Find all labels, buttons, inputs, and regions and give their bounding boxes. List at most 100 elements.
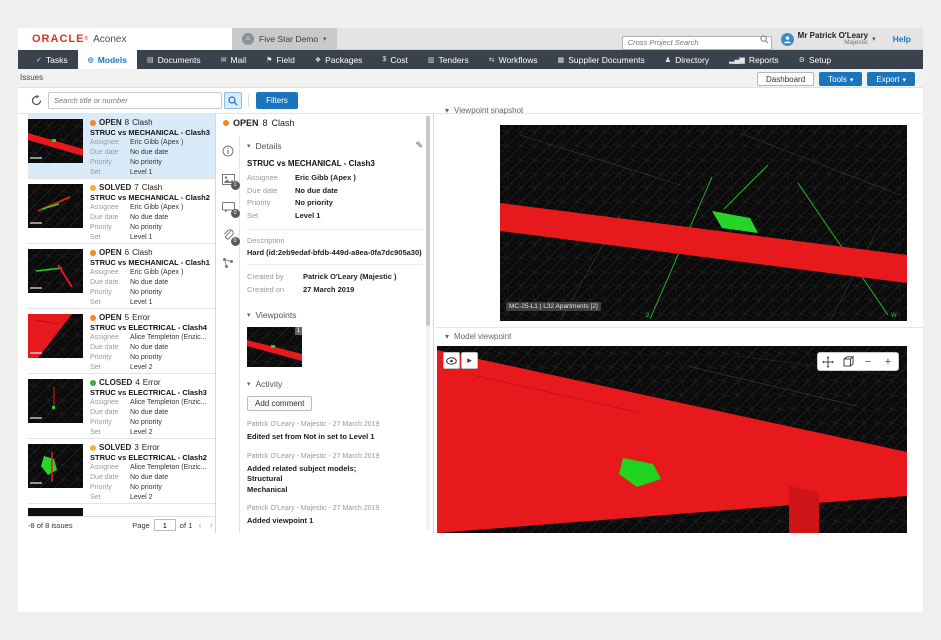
add-comment-button[interactable]: Add comment — [247, 396, 312, 411]
issue-thumbnail — [28, 314, 83, 358]
page-of-label: of 1 — [180, 521, 193, 530]
tab-supplier-documents[interactable]: ▦Supplier Documents — [548, 50, 655, 69]
tab-reports[interactable]: ▂▄▆Reports — [719, 50, 789, 69]
issue-detail-title: STRUC vs MECHANICAL - Clash3 — [247, 159, 423, 168]
expand-tools-button[interactable]: ▸ — [461, 352, 478, 369]
tab-models[interactable]: ◎Models — [78, 50, 137, 69]
tab-tenders[interactable]: ▥Tenders — [418, 50, 479, 69]
tab-directory[interactable]: ♟Directory — [655, 50, 719, 69]
user-menu[interactable]: Mr Patrick O'Leary Majestic ▾ — [781, 32, 876, 47]
viewpoints-icon[interactable]: 1 — [222, 172, 235, 185]
tab-tasks[interactable]: ✓Tasks — [26, 50, 78, 69]
field-icon: ⚑ — [266, 56, 272, 64]
viewpoint-thumbnail[interactable]: 1 — [247, 327, 302, 367]
tab-documents[interactable]: ▤Documents — [137, 50, 211, 69]
viewpoint-snapshot-image[interactable]: 2 W MC-25-L1 | L32 Apartments [2] — [500, 125, 907, 321]
page-label: Page — [132, 521, 150, 530]
visibility-button[interactable] — [443, 352, 460, 369]
packages-icon: ❖ — [315, 56, 321, 64]
issue-thumbnail — [28, 379, 83, 423]
directory-icon: ♟ — [665, 56, 671, 64]
tenders-icon: ▥ — [428, 56, 435, 64]
zoom-out-icon[interactable]: − — [860, 354, 876, 370]
zoom-in-icon[interactable]: + — [880, 354, 896, 370]
issue-list-item[interactable]: OPEN6Clash STRUC vs MECHANICAL - Clash1 … — [28, 244, 215, 309]
model-viewpoint-viewer[interactable]: ▸ − + — [437, 346, 907, 533]
issue-title: STRUC vs ELECTRICAL - Clash3 — [90, 388, 214, 398]
pagination-bar: -8 of 8 issues Page of 1 ‹ › — [28, 516, 215, 533]
activity-text: Added related subject models; — [247, 464, 423, 475]
search-icon[interactable] — [760, 35, 769, 44]
share-icon[interactable] — [222, 256, 235, 269]
filters-button[interactable]: Filters — [256, 92, 298, 109]
activity-text: Added viewpoint 1 — [247, 516, 423, 527]
info-icon[interactable] — [222, 144, 235, 157]
project-selector[interactable]: ⌂ Five Star Demo ▾ — [232, 28, 337, 50]
chevron-down-icon: ▾ — [323, 35, 327, 43]
tab-cost[interactable]: $Cost — [372, 50, 417, 69]
sub-toolbar: Issues Dashboard Tools▾ Export▾ — [18, 69, 923, 88]
previous-page-button[interactable]: ‹ — [196, 520, 203, 531]
cross-project-search — [622, 32, 772, 46]
app-window: ORACLE® Aconex ⌂ Five Star Demo ▾ Mr Pat… — [18, 28, 923, 612]
page-number-input[interactable] — [154, 519, 176, 531]
cross-project-search-input[interactable] — [622, 36, 772, 50]
section-divider — [435, 327, 923, 328]
cube-view-icon[interactable] — [840, 354, 856, 370]
search-button[interactable] — [224, 92, 242, 109]
tab-field[interactable]: ⚑Field — [256, 50, 305, 69]
activity-section-header[interactable]: ▾ Activity — [247, 379, 423, 389]
activity-meta: Patrick O'Leary - Majestic - 27 March 20… — [247, 452, 423, 462]
pan-icon[interactable] — [820, 354, 836, 370]
edit-icon[interactable]: ✎ — [415, 140, 423, 151]
scrollbar-thumb[interactable] — [426, 116, 430, 326]
status-dot — [90, 380, 96, 386]
issue-list-item[interactable]: SOLVED7Clash STRUC vs MECHANICAL - Clash… — [28, 179, 215, 244]
viewpoint-snapshot-header[interactable]: ▾ Viewpoint snapshot — [445, 106, 523, 115]
export-button[interactable]: Export▾ — [867, 72, 915, 86]
tab-mail[interactable]: ✉Mail — [211, 50, 256, 69]
chevron-down-icon: ▾ — [902, 77, 906, 84]
tools-button[interactable]: Tools▾ — [819, 72, 862, 86]
workflows-icon: ⇆ — [489, 56, 495, 64]
aconex-logo-text: Aconex — [93, 34, 126, 45]
chevron-down-icon: ▾ — [247, 311, 251, 319]
project-icon: ⌂ — [242, 33, 254, 45]
issue-thumbnail — [28, 249, 83, 293]
document-icon: ▤ — [147, 56, 154, 64]
attachment-icon[interactable]: 0 — [222, 228, 235, 241]
issue-list-item[interactable]: CLOSED4Error STRUC vs ELECTRICAL - Clash… — [28, 374, 215, 439]
description-label: Description — [247, 236, 423, 245]
chevron-down-icon: ▾ — [850, 77, 854, 84]
comments-icon[interactable]: 0 — [222, 200, 235, 213]
refresh-icon[interactable] — [30, 94, 43, 107]
issue-thumbnail-partial — [28, 508, 83, 516]
activity-text: Mechanical — [247, 485, 423, 496]
issue-list-item[interactable]: OPEN5Error STRUC vs ELECTRICAL - Clash4 … — [28, 309, 215, 374]
help-link[interactable]: Help — [893, 34, 911, 44]
reports-icon: ▂▄▆ — [729, 56, 745, 64]
issue-detail-panel: OPEN 8 Clash 1 0 0 — [217, 114, 431, 533]
attachments-count-badge: 0 — [231, 237, 240, 246]
panel-divider — [433, 114, 434, 533]
issue-list-item[interactable]: SOLVED3Error STRUC vs ELECTRICAL - Clash… — [28, 439, 215, 504]
user-avatar-icon — [781, 33, 794, 46]
tab-workflows[interactable]: ⇆Workflows — [479, 50, 548, 69]
page-title: Issues — [20, 73, 43, 82]
details-section-header[interactable]: ▾ Details ✎ — [247, 140, 423, 151]
issue-list: OPEN8Clash STRUC vs MECHANICAL - Clash3 … — [28, 114, 215, 533]
model-viewpoint-header[interactable]: ▾ Model viewpoint — [445, 332, 511, 341]
issue-list-item[interactable]: OPEN8Clash STRUC vs MECHANICAL - Clash3 … — [28, 114, 215, 179]
next-page-button[interactable]: › — [208, 520, 215, 531]
issue-search-input[interactable] — [48, 92, 222, 109]
viewpoints-section-header[interactable]: ▾ Viewpoints — [247, 310, 423, 320]
status-dot — [90, 250, 96, 256]
issue-title: STRUC vs ELECTRICAL - Clash2 — [90, 453, 214, 463]
viewpoint-count-badge: 1 — [295, 327, 302, 335]
divider — [247, 229, 423, 230]
tab-packages[interactable]: ❖Packages — [305, 50, 373, 69]
eye-icon — [446, 357, 457, 365]
dashboard-button[interactable]: Dashboard — [757, 72, 814, 86]
tab-setup[interactable]: ⚙Setup — [789, 50, 842, 69]
status-dot — [223, 120, 229, 126]
